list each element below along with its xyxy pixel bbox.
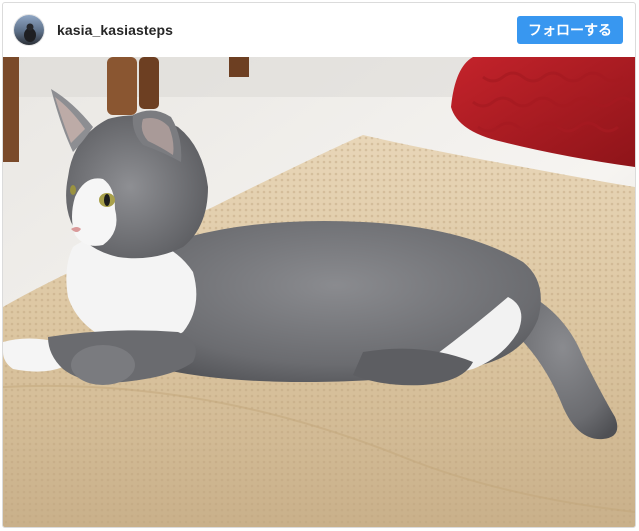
follow-button[interactable]: フォローする xyxy=(517,16,623,44)
username-link[interactable]: kasia_kasiasteps xyxy=(57,22,173,38)
post-photo[interactable] xyxy=(3,57,635,527)
profile-avatar-icon[interactable] xyxy=(13,14,45,46)
instagram-embed: kasia_kasiasteps フォローする xyxy=(2,2,636,528)
post-header: kasia_kasiasteps フォローする xyxy=(3,3,635,57)
cat-photo xyxy=(3,57,635,527)
